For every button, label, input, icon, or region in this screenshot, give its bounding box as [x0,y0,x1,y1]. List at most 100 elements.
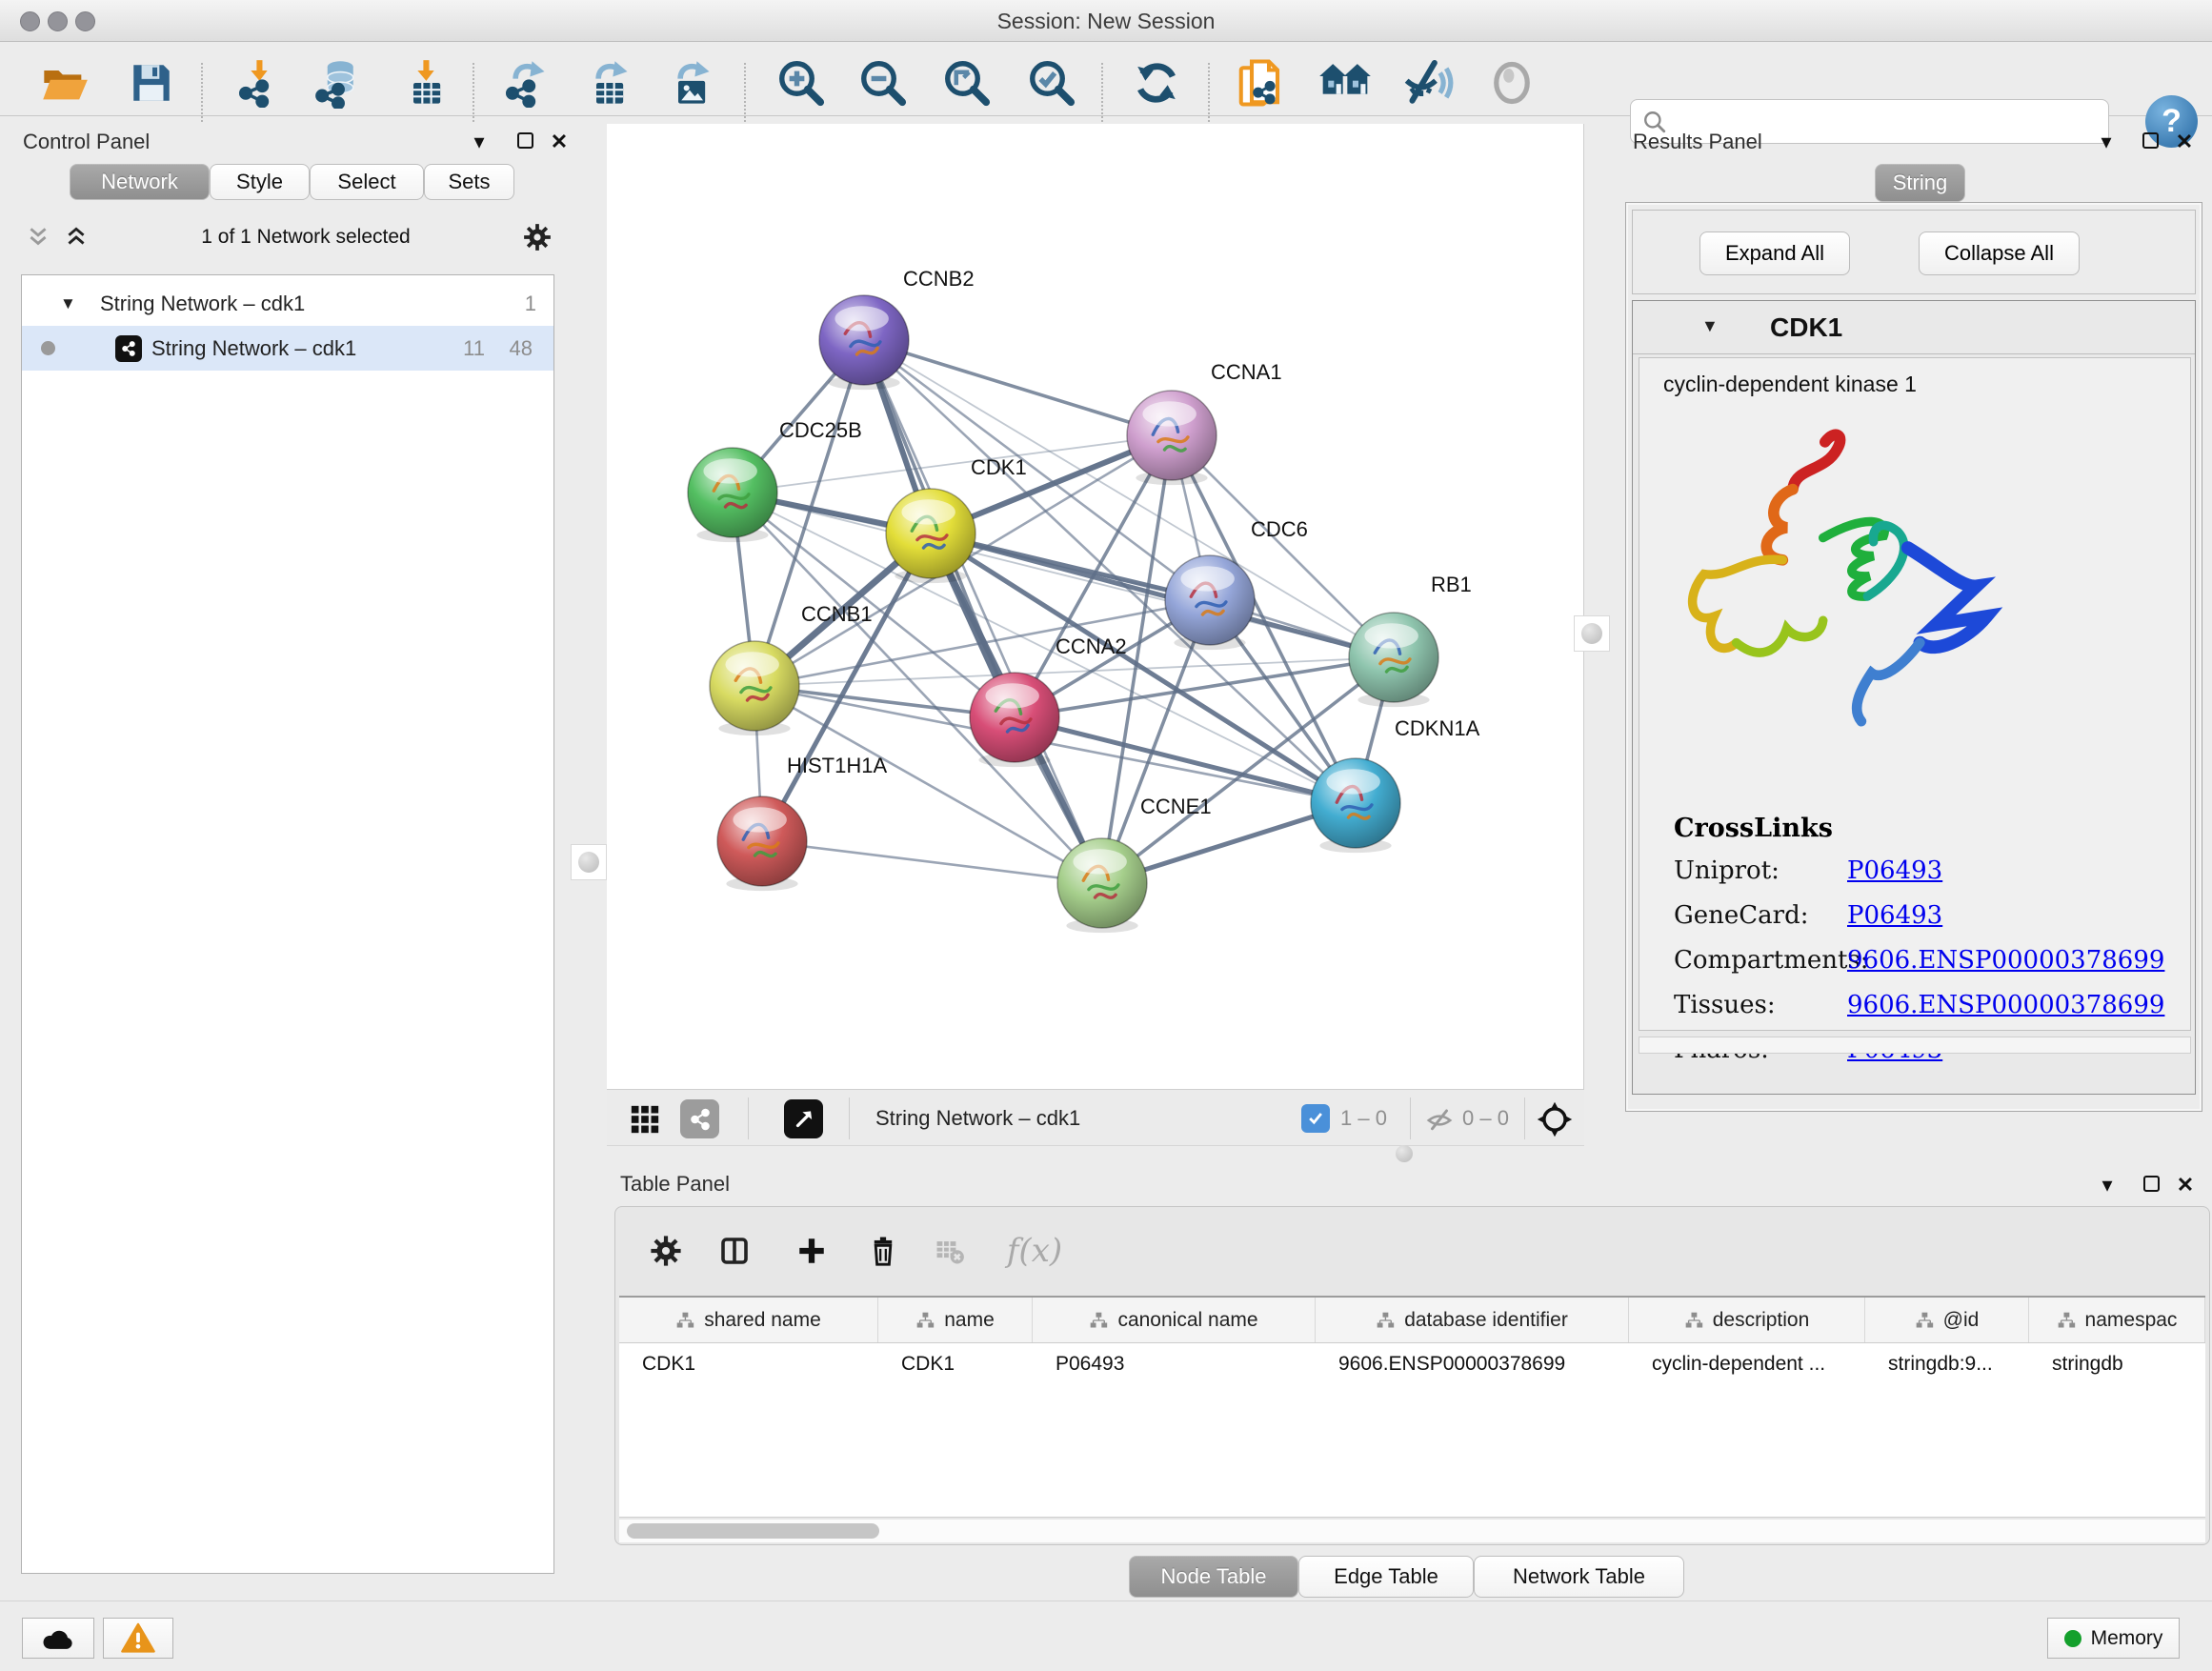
selected-checkbox-icon[interactable] [1301,1104,1330,1133]
results-panel-menu-button[interactable]: ▾ [2090,128,2122,156]
right-splitter-handle[interactable] [1574,615,1610,652]
zoom-fit-button[interactable] [939,55,995,111]
detach-view-button[interactable] [784,1099,823,1138]
tab-edge-table[interactable]: Edge Table [1298,1556,1474,1598]
crosslink-label: Compartments: [1674,946,1847,975]
results-scrollbar-track[interactable] [1639,1037,2191,1054]
results-panel-close-button[interactable]: ✕ [2168,128,2201,156]
table-cell[interactable]: cyclin-dependent ... [1629,1343,1865,1385]
delete-table-icon [934,1235,966,1267]
gene-section-header[interactable]: ▼ CDK1 [1633,301,2195,354]
zoom-out-button[interactable] [855,55,911,111]
table-panel-close-button[interactable]: ✕ [2169,1171,2202,1199]
network-edge[interactable] [864,340,1172,435]
network-node-cdkn1a[interactable] [1311,758,1400,853]
birdseye-toggle-button[interactable] [1535,1099,1574,1138]
node-count: 11 [463,336,485,361]
show-columns-button[interactable] [710,1226,759,1276]
function-builder-button[interactable]: f(x) [996,1226,1073,1276]
table-hscrollbar[interactable] [619,1520,2205,1542]
tab-string[interactable]: String [1875,164,1965,202]
delete-column-button[interactable] [858,1226,908,1276]
results-panel-float-button[interactable] [2134,128,2166,156]
create-column-button[interactable] [787,1226,836,1276]
collapse-all-button[interactable]: Collapse All [1919,232,2080,275]
column-header-name[interactable]: name [878,1298,1033,1342]
network-node-ccne1[interactable] [1057,838,1147,933]
import-table-file-button[interactable] [398,55,453,111]
left-splitter-handle[interactable] [571,844,607,880]
cloud-status-button[interactable] [22,1618,94,1659]
zoom-selected-button[interactable] [1024,55,1079,111]
tab-network-table[interactable]: Network Table [1474,1556,1684,1598]
table-cell[interactable]: CDK1 [619,1343,878,1385]
column-header-description[interactable]: description [1629,1298,1865,1342]
apply-layout-button[interactable] [1129,55,1184,111]
hide-glass-pane-button[interactable] [1401,55,1457,111]
network-node-rb1[interactable] [1349,613,1438,707]
save-session-button[interactable] [124,55,179,111]
table-cell[interactable]: stringdb [2029,1343,2205,1385]
export-image-button[interactable] [663,55,718,111]
table-hscrollbar-thumb[interactable] [627,1523,879,1539]
string-home-button[interactable] [1317,55,1373,111]
expand-all-networks-button[interactable] [57,218,95,256]
share-document-button[interactable] [1233,55,1288,111]
table-panel-float-button[interactable] [2135,1171,2167,1199]
import-network-database-button[interactable] [311,55,366,111]
crosslink-link[interactable]: 9606.ENSP00000378699 [1847,946,2164,975]
network-edge[interactable] [864,340,1102,883]
network-selection-status-bar: 1 of 1 Network selected [19,214,558,259]
section-collapse-arrow-icon[interactable]: ▼ [1701,316,1719,336]
tab-node-table[interactable]: Node Table [1129,1556,1298,1598]
control-panel-close-button[interactable]: ✕ [543,128,575,156]
import-network-file-button[interactable] [231,55,287,111]
table-row[interactable]: CDK1CDK1P064939606.ENSP00000378699cyclin… [619,1343,2205,1385]
tab-network[interactable]: Network [70,164,210,200]
network-node-cdc25b[interactable] [688,448,777,542]
tab-sets[interactable]: Sets [424,164,514,200]
open-session-button[interactable] [37,55,92,111]
control-panel-float-button[interactable] [509,128,541,156]
collection-expand-arrow-icon[interactable]: ▼ [60,294,76,313]
table-cell[interactable]: P06493 [1033,1343,1316,1385]
table-cell[interactable]: stringdb:9... [1865,1343,2029,1385]
show-glass-pane-button[interactable] [1484,55,1539,111]
network-view-canvas[interactable]: CCNB2CCNA1CDC25BCDK1CDC6RB1CCNB1CCNA2CDK… [607,124,1584,1089]
selected-count: 1 – 0 [1340,1106,1387,1131]
bottom-splitter-handle[interactable] [1387,1138,1421,1169]
export-table-button[interactable] [581,55,636,111]
network-row-selected[interactable]: String Network – cdk1 11 48 [22,326,553,371]
network-node-hist1h1a[interactable] [717,796,807,891]
control-panel-menu-button[interactable]: ▾ [463,128,495,156]
network-node-ccna1[interactable] [1127,391,1217,485]
warnings-button[interactable] [103,1618,173,1659]
memory-button[interactable]: Memory [2047,1618,2180,1659]
table-panel-menu-button[interactable]: ▾ [2091,1171,2123,1199]
crosslink-link[interactable]: P06493 [1847,856,1942,885]
column-header-database-identifier[interactable]: database identifier [1316,1298,1629,1342]
export-network-button[interactable] [498,55,553,111]
table-cell[interactable]: CDK1 [878,1343,1033,1385]
network-options-button[interactable] [516,216,558,258]
column-header-shared-name[interactable]: shared name [619,1298,878,1342]
grid-view-button[interactable] [625,1099,664,1138]
crosslink-link[interactable]: 9606.ENSP00000378699 [1847,991,2164,1019]
network-edge[interactable] [762,841,1102,883]
network-overview-button[interactable] [680,1099,719,1138]
crosslink-link[interactable]: P06493 [1847,901,1942,930]
delete-table-button[interactable] [925,1226,975,1276]
collapse-all-networks-button[interactable] [19,218,57,256]
column-header--id[interactable]: @id [1865,1298,2029,1342]
network-collection-row[interactable]: ▼ String Network – cdk1 1 [22,281,553,326]
tab-select[interactable]: Select [310,164,424,200]
zoom-in-button[interactable] [774,55,829,111]
network-node-ccnb1[interactable] [710,641,799,735]
column-header-namespac[interactable]: namespac [2029,1298,2205,1342]
expand-all-button[interactable]: Expand All [1699,232,1850,275]
table-cell[interactable]: 9606.ENSP00000378699 [1316,1343,1629,1385]
tab-style[interactable]: Style [210,164,310,200]
network-node-cdk1[interactable] [886,489,975,583]
table-options-button[interactable] [641,1226,691,1276]
column-header-canonical-name[interactable]: canonical name [1033,1298,1316,1342]
